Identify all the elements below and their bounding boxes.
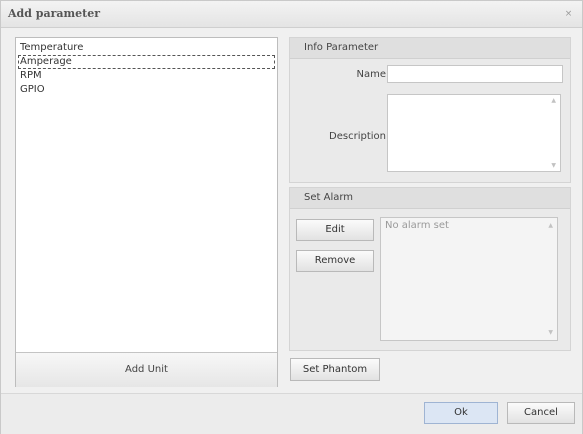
set-phantom-button[interactable]: Set Phantom [290, 358, 380, 381]
list-item[interactable]: GPIO [19, 83, 274, 96]
name-label: Name [356, 69, 386, 80]
scroll-down-icon[interactable]: ▼ [548, 329, 553, 336]
scroll-up-icon[interactable]: ▲ [551, 97, 556, 104]
list-item[interactable]: Amperage [18, 55, 275, 69]
alarm-list[interactable]: No alarm set ▲ ▼ [380, 217, 558, 341]
ok-button[interactable]: Ok [424, 402, 498, 424]
alarm-status: No alarm set [385, 220, 449, 231]
set-alarm-header: Set Alarm [290, 188, 570, 209]
scroll-down-icon[interactable]: ▼ [551, 162, 556, 169]
add-parameter-dialog: Add parameter × Temperature Amperage RPM… [0, 0, 583, 434]
description-textarea[interactable]: ▲ ▼ [387, 94, 561, 172]
cancel-button[interactable]: Cancel [507, 402, 575, 424]
list-item[interactable]: Temperature [19, 41, 274, 54]
description-label: Description [329, 131, 386, 142]
info-parameter-header: Info Parameter [290, 38, 570, 59]
edit-alarm-button[interactable]: Edit [296, 219, 374, 241]
section-title: Info Parameter [304, 42, 379, 53]
scroll-up-icon[interactable]: ▲ [548, 222, 553, 229]
dialog-title: Add parameter [8, 7, 101, 20]
set-alarm-section: Set Alarm Edit Remove No alarm set ▲ ▼ [289, 187, 571, 351]
close-icon[interactable]: × [564, 10, 573, 19]
name-input[interactable] [387, 65, 563, 83]
units-panel: Temperature Amperage RPM GPIO Add Unit [15, 37, 278, 387]
list-item[interactable]: RPM [19, 69, 274, 82]
title-bar: Add parameter × [1, 1, 582, 28]
section-title: Set Alarm [304, 192, 354, 203]
info-parameter-section: Info Parameter Name Description ▲ ▼ [289, 37, 571, 183]
remove-alarm-button[interactable]: Remove [296, 250, 374, 272]
add-unit-button[interactable]: Add Unit [16, 352, 277, 387]
